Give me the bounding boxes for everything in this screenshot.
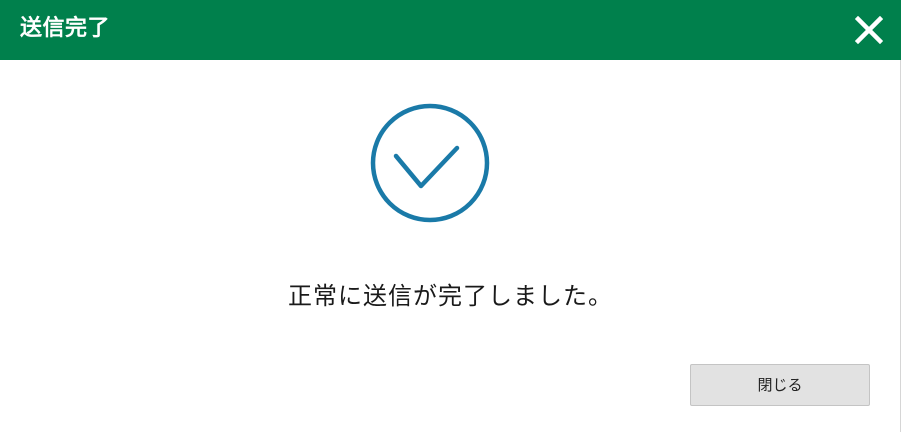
dialog-header: 送信完了: [0, 0, 901, 60]
dialog-title: 送信完了: [20, 16, 111, 41]
close-icon[interactable]: [855, 16, 883, 44]
completion-dialog: 送信完了 正常に送信が完了しました。 閉じる: [0, 0, 901, 432]
success-message: 正常に送信が完了しました。: [288, 282, 613, 310]
checkmark-circle-icon: [369, 102, 491, 224]
close-button[interactable]: 閉じる: [690, 364, 870, 406]
